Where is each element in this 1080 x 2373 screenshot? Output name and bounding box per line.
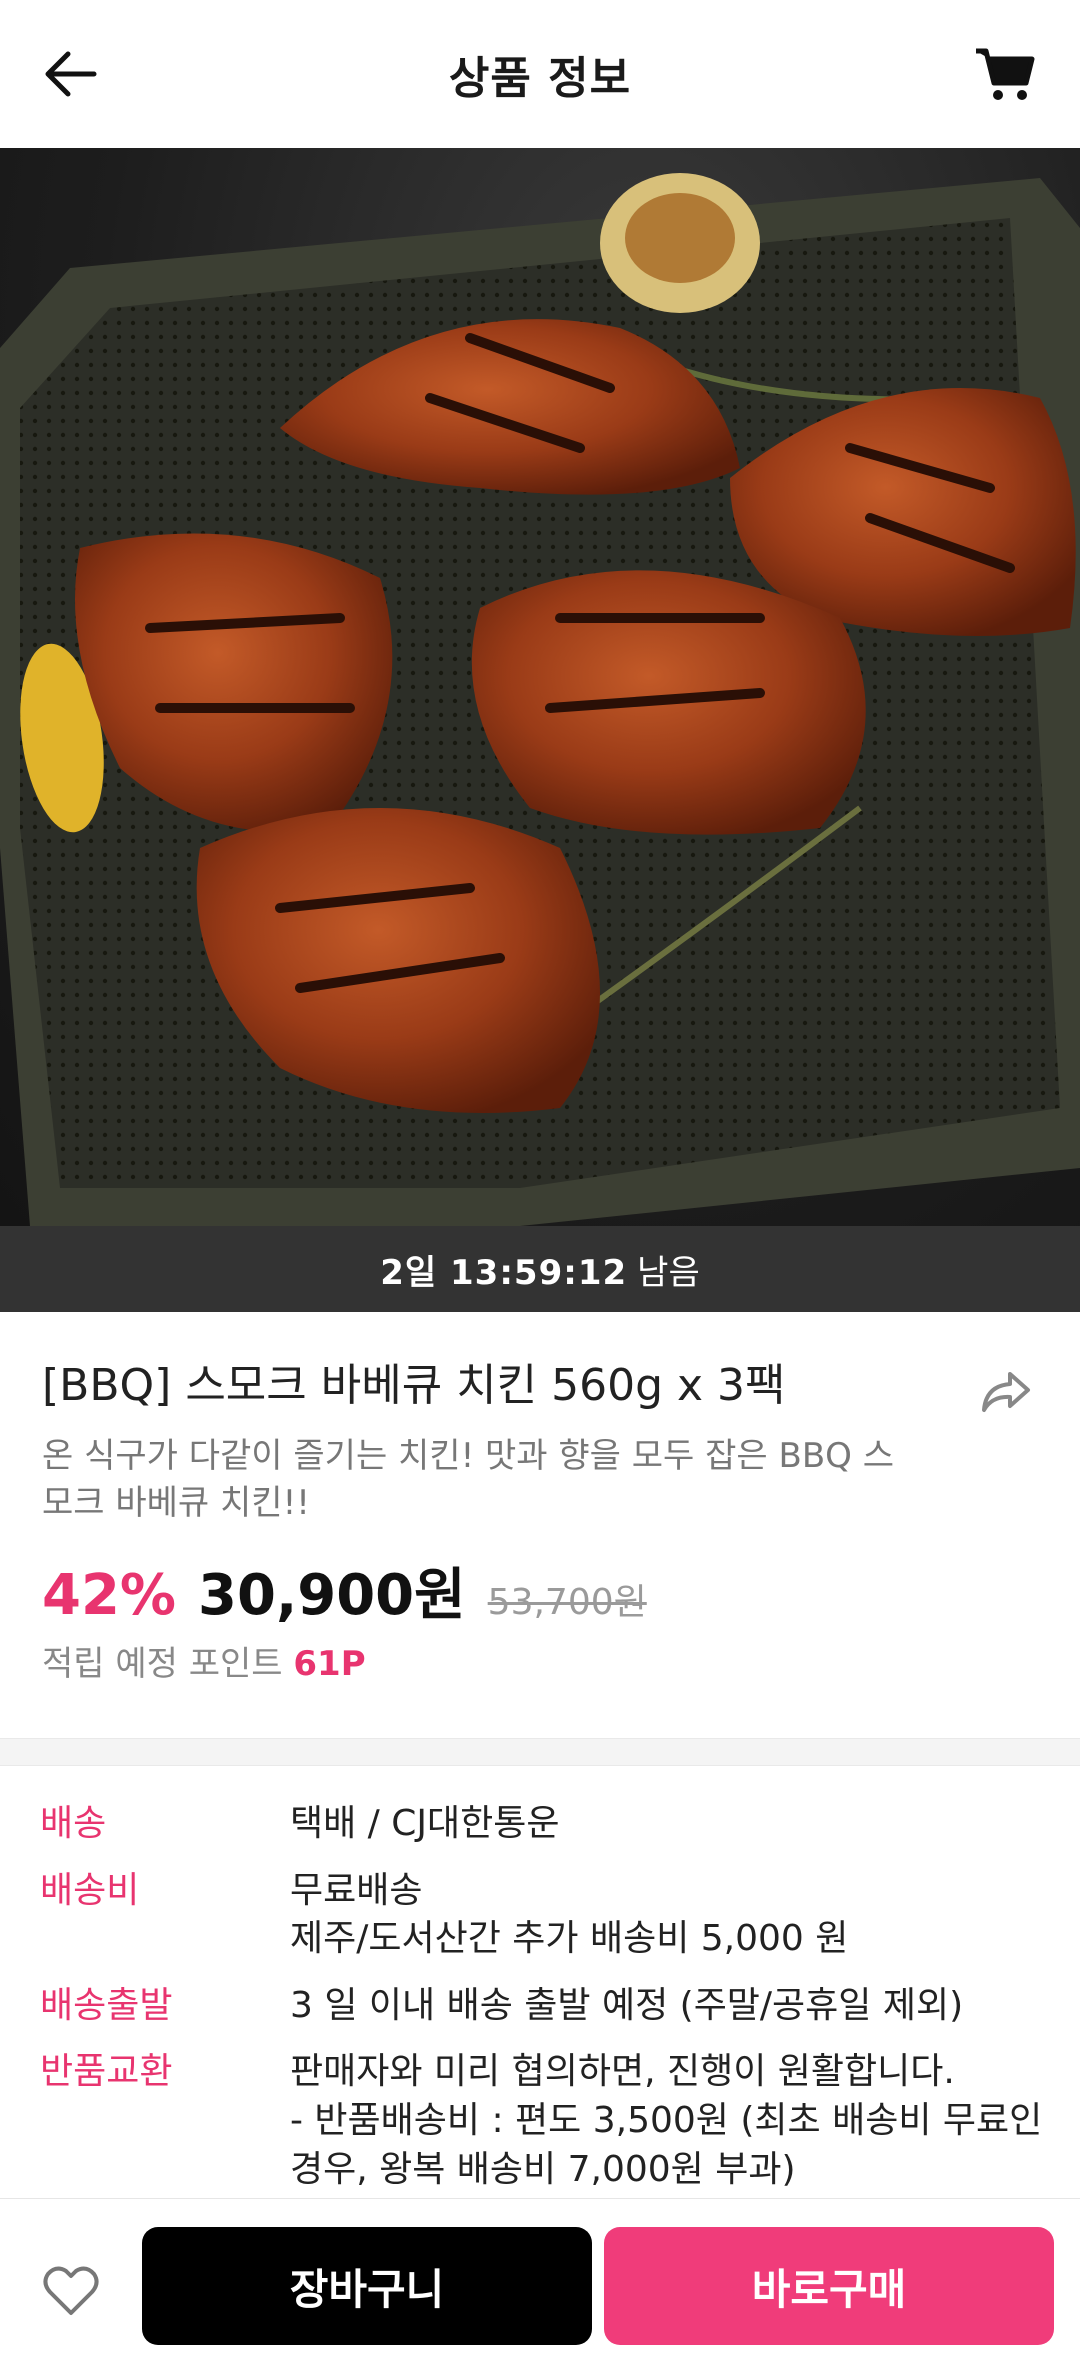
points-info: 적립 예정 포인트 61P <box>42 1636 366 1685</box>
product-info: [BBQ] 스모크 바베큐 치킨 560g x 3팩 온 식구가 다같이 즐기는… <box>42 1360 1042 1528</box>
return-exchange-value: 판매자와 미리 협의하면, 진행이 원활합니다. - 반품배송비 : 편도 3,… <box>290 2048 1042 2194</box>
product-image[interactable] <box>0 148 1080 1226</box>
shipping-departure-label: 배송출발 <box>40 1984 173 2026</box>
countdown-suffix: 남음 <box>637 1252 700 1293</box>
return-exchange-label: 반품교환 <box>40 2051 173 2093</box>
section-divider <box>0 1738 1080 1766</box>
cart-button[interactable] <box>970 40 1040 108</box>
arrow-left-icon <box>45 51 97 97</box>
shipping-fee-line: 무료배송 <box>290 1869 423 1911</box>
original-price: 53,700원 <box>487 1582 647 1623</box>
shipping-value: 택배 / CJ대한통운 <box>290 1800 560 1849</box>
return-fee-note-line: 경우, 왕복 배송비 7,000원 부과) <box>290 2148 796 2190</box>
return-line: 판매자와 미리 협의하면, 진행이 원활합니다. <box>290 2051 955 2093</box>
return-exchange-row: 반품교환 판매자와 미리 협의하면, 진행이 원활합니다. - 반품배송비 : … <box>40 2048 1060 2194</box>
back-button[interactable] <box>38 44 102 104</box>
shipping-departure-row: 배송출발 3 일 이내 배송 출발 예정 (주말/공휴일 제외) <box>40 1982 1060 2031</box>
price-row: 42% 30,900원 53,700원 <box>42 1550 647 1631</box>
shipping-row: 배송 택배 / CJ대한통운 <box>40 1800 1060 1849</box>
wishlist-button[interactable] <box>36 2259 106 2323</box>
share-button[interactable] <box>978 1368 1038 1424</box>
shipping-fee-extra-line: 제주/도서산간 추가 배송비 5,000 원 <box>290 1918 849 1960</box>
share-icon <box>982 1372 1030 1412</box>
cart-icon <box>976 48 1035 100</box>
page-title: 상품 정보 <box>448 53 632 104</box>
product-description: 온 식구가 다같이 즐기는 치킨! 맛과 향을 모두 잡은 BBQ 스모크 바베… <box>42 1435 894 1524</box>
heart-icon <box>43 2266 99 2315</box>
add-to-cart-button[interactable]: 장바구니 <box>142 2227 592 2345</box>
product-photo <box>0 173 1080 1226</box>
bottom-action-bar: 장바구니 바로구매 <box>0 2198 1080 2373</box>
points-value: 61P <box>293 1644 366 1684</box>
app-header: 상품 정보 <box>0 0 1080 148</box>
shipping-departure-value: 3 일 이내 배송 출발 예정 (주말/공휴일 제외) <box>290 1982 963 2031</box>
countdown-bar: 2일 13:59:12 남음 <box>0 1226 1080 1312</box>
sale-price: 30,900원 <box>198 1563 466 1628</box>
shipping-info: 배송 택배 / CJ대한통운 배송비 무료배송 제주/도서산간 추가 배송비 5… <box>40 1800 1060 2212</box>
points-label: 적립 예정 포인트 <box>42 1644 283 1684</box>
shipping-label: 배송 <box>40 1803 107 1844</box>
shipping-fee-value: 무료배송 제주/도서산간 추가 배송비 5,000 원 <box>290 1867 848 1964</box>
shipping-departure-line: 3 일 이내 배송 출발 예정 (주말/공휴일 제외) <box>290 1984 964 2026</box>
product-name: [BBQ] 스모크 바베큐 치킨 560g x 3팩 <box>42 1360 786 1411</box>
return-fee-line: - 반품배송비 : 편도 3,500원 (최초 배송비 무료인 <box>290 2099 1043 2141</box>
discount-rate: 42% <box>42 1563 177 1628</box>
countdown-time: 2일 13:59:12 <box>380 1252 628 1293</box>
shipping-fee-label: 배송비 <box>40 1869 140 1911</box>
buy-now-button[interactable]: 바로구매 <box>604 2227 1054 2345</box>
shipping-fee-row: 배송비 무료배송 제주/도서산간 추가 배송비 5,000 원 <box>40 1867 1060 1964</box>
shipping-line: 택배 / CJ대한통운 <box>290 1803 560 1844</box>
